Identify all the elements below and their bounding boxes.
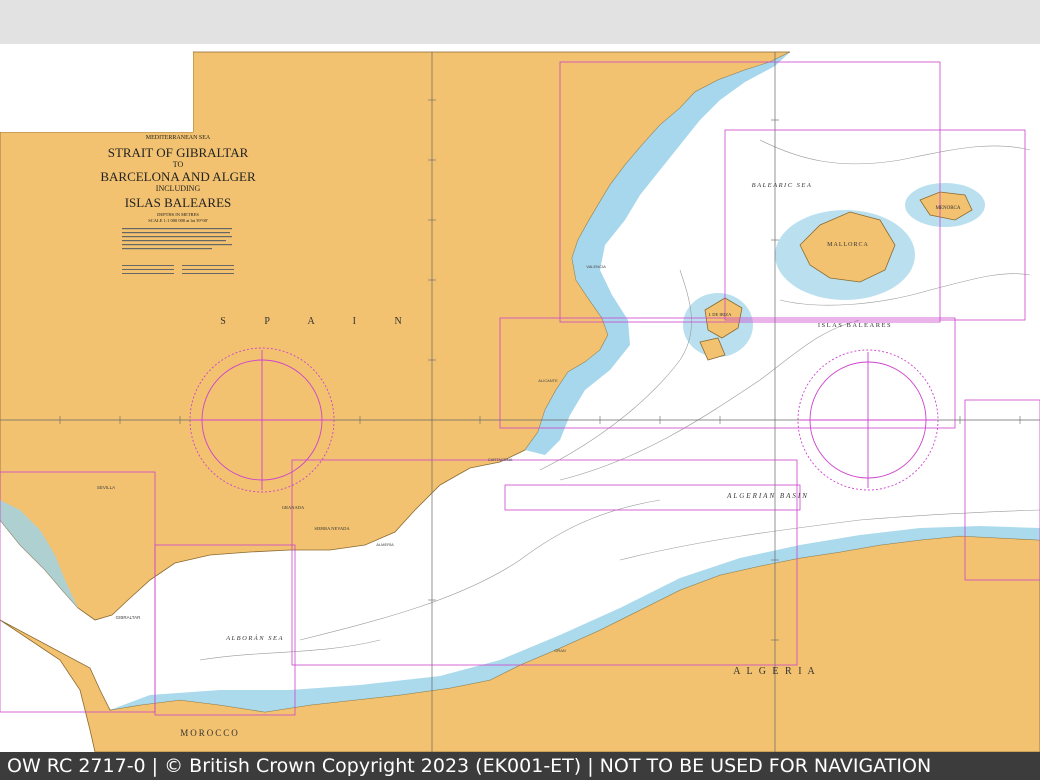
title-depths: DEPTHS IN METRES	[157, 212, 199, 217]
label-mallorca: MALLORCA	[827, 242, 869, 248]
label-gibraltar: GIBRALTAR	[116, 615, 142, 620]
footer-text: OW RC 2717-0 | © British Crown Copyright…	[7, 755, 932, 777]
title-line4: INCLUDING	[156, 184, 201, 193]
label-islas-baleares: ISLAS BALEARES	[818, 322, 892, 329]
title-scale: SCALE 1:1 000 000 at lat 39°00'	[148, 218, 208, 223]
label-balearic-sea: BALEARIC SEA	[752, 182, 813, 189]
top-white-strip	[790, 52, 1040, 60]
title-line3: BARCELONA AND ALGER	[100, 169, 256, 184]
label-oran: ORAN	[554, 648, 566, 653]
label-alicante: ALICANTE	[538, 378, 558, 383]
label-ibiza: I. DE IBIZA	[709, 312, 733, 317]
label-sevilla: SEVILLA	[97, 485, 115, 490]
title-line1: STRAIT OF GIBRALTAR	[108, 145, 249, 160]
inset-gap	[0, 52, 193, 132]
label-valencia: VALENCIA	[586, 264, 606, 269]
label-algerian-basin: ALGERIAN BASIN	[726, 492, 809, 500]
label-menorca: MENORCA	[935, 206, 960, 211]
label-alboran-sea: ALBORÁN SEA	[225, 634, 284, 642]
title-line2: TO	[173, 160, 184, 169]
label-morocco: MOROCCO	[180, 728, 240, 738]
label-cartagena: CARTAGENA	[488, 457, 513, 462]
copyright-footer: OW RC 2717-0 | © British Crown Copyright…	[0, 752, 1040, 780]
nautical-chart[interactable]: MEDITERRANEAN SEA STRAIT OF GIBRALTAR TO…	[0, 44, 1040, 752]
top-margin	[0, 0, 1040, 46]
label-spain: S P A I N	[220, 316, 419, 327]
title-line5: ISLAS BALEARES	[125, 195, 232, 210]
label-granada: GRANADA	[282, 505, 305, 510]
label-sierra-nevada: SIERRA NEVADA	[314, 526, 350, 531]
label-almeria: ALMERÍA	[376, 542, 394, 547]
label-algeria: A L G E R I A	[733, 666, 816, 677]
title-sea: MEDITERRANEAN SEA	[146, 135, 211, 141]
